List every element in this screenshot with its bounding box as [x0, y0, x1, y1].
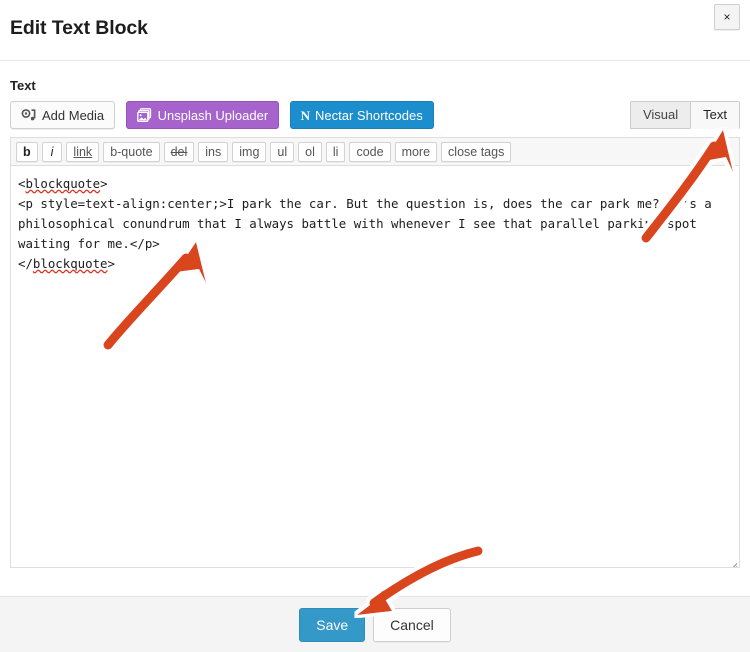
quicktag-ul[interactable]: ul: [270, 142, 295, 162]
quicktag-b-quote[interactable]: b-quote: [103, 142, 160, 162]
quicktag-img[interactable]: img: [232, 142, 267, 162]
add-media-icon: [21, 108, 37, 123]
quicktag-code[interactable]: code: [349, 142, 391, 162]
edit-text-block-modal: Edit Text Block × Text Add Media Unsplas…: [0, 0, 750, 652]
unsplash-uploader-label: Unsplash Uploader: [157, 107, 269, 123]
page-title: Edit Text Block: [10, 17, 148, 39]
save-button[interactable]: Save: [299, 607, 366, 642]
modal-footer: Save Cancel: [0, 596, 750, 652]
textarea-resize-handle[interactable]: [725, 553, 738, 567]
nectar-shortcodes-button[interactable]: N Nectar Shortcodes: [289, 101, 434, 129]
quicktag-more[interactable]: more: [394, 142, 438, 162]
editor-top-toolbar: Add Media Unsplash Uploader N Nectar Sho…: [10, 101, 740, 131]
modal-body: Text Add Media Unsplash Uploader N Necta…: [0, 61, 750, 596]
quicktag-b[interactable]: b: [16, 142, 38, 162]
quicktags-toolbar: b i link b-quote del ins img ul ol li co…: [10, 137, 740, 165]
editor-textarea-wrapper: <blockquote> <p style=text-align:center;…: [10, 165, 740, 568]
unsplash-icon: [136, 107, 153, 123]
tab-text[interactable]: Text: [690, 101, 740, 129]
close-icon[interactable]: ×: [714, 4, 740, 30]
quicktag-li[interactable]: li: [325, 142, 346, 162]
tab-visual[interactable]: Visual: [629, 101, 691, 129]
quicktag-ol[interactable]: ol: [298, 142, 322, 162]
quicktag-i[interactable]: i: [41, 142, 63, 162]
unsplash-uploader-button[interactable]: Unsplash Uploader: [125, 101, 280, 129]
quicktag-link[interactable]: link: [66, 142, 100, 162]
modal-header: Edit Text Block ×: [0, 0, 750, 61]
nectar-shortcodes-label: Nectar Shortcodes: [315, 107, 423, 123]
nectar-n-icon: N: [300, 107, 311, 123]
quicktag-del[interactable]: del: [163, 142, 195, 162]
field-label-text: Text: [10, 78, 36, 93]
cancel-button[interactable]: Cancel: [373, 607, 451, 642]
add-media-button[interactable]: Add Media: [10, 101, 116, 129]
editor-textarea[interactable]: <blockquote> <p style=text-align:center;…: [11, 166, 739, 567]
editor-mode-tabs: Visual Text: [629, 101, 740, 129]
quicktag-close-tags[interactable]: close tags: [441, 142, 512, 162]
add-media-label: Add Media: [42, 107, 105, 123]
quicktag-ins[interactable]: ins: [198, 142, 229, 162]
